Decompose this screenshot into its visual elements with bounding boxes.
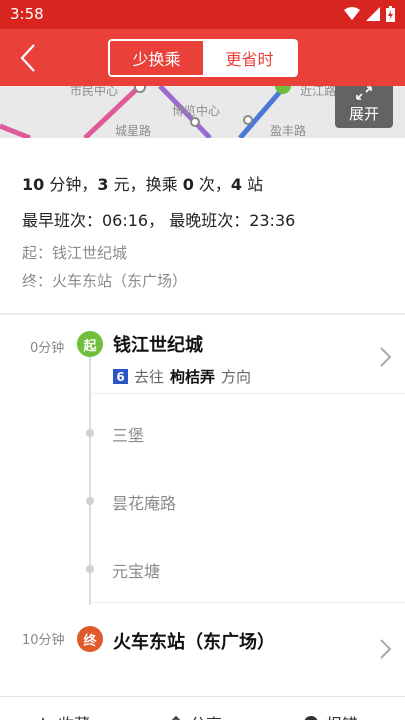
origin-text: 起：钱江世纪城: [22, 244, 128, 262]
start-expand-button[interactable]: [379, 346, 393, 368]
map-label: 近江路: [300, 86, 337, 98]
alert-icon: [304, 716, 318, 720]
route-mode-toggle: 少换乘 更省时: [108, 39, 298, 77]
star-icon: [41, 717, 45, 720]
wifi-icon: [344, 7, 360, 20]
end-expand-button[interactable]: [379, 638, 393, 660]
destination-text: 终：火车东站（东广场）: [22, 272, 188, 290]
map-label: 盈丰路: [270, 124, 307, 138]
expand-label: 展开: [348, 105, 379, 123]
share-icon: [171, 716, 181, 720]
back-button[interactable]: [14, 41, 44, 75]
route-summary: 10 分钟，3 元，换乘 0 次，4 站 最早班次：06:16， 最晚班次：23…: [0, 138, 405, 313]
stop-name: 元宝塘: [112, 562, 161, 581]
end-station: 火车东站（东广场）: [113, 632, 275, 653]
summary-line: 10 分钟，3 元，换乘 0 次，4 站: [22, 175, 264, 194]
tab-faster[interactable]: 更省时: [203, 41, 296, 75]
schedule-text: 最早班次：06:16， 最晚班次：23:36: [22, 211, 296, 230]
line-terminus: 枸桔弄: [170, 368, 216, 386]
map-label: 博览中心: [172, 104, 221, 118]
expand-map-button[interactable]: 展开: [335, 86, 393, 128]
battery-icon: [386, 6, 395, 22]
end-time: 10分钟: [22, 633, 65, 648]
start-time: 0分钟: [30, 341, 65, 356]
report-error-button[interactable]: 报错: [304, 711, 358, 720]
route-detail: 0分钟 起 钱江世纪城 6 去往 枸桔弄 方向 三堡 昙花庵路 元宝塘 10分钟…: [0, 315, 405, 695]
chevron-left-icon: [20, 44, 35, 72]
line-number-badge: 6: [113, 369, 128, 384]
expand-icon: [356, 86, 372, 100]
chevron-right-icon: [380, 639, 392, 659]
map-label: 市民中心: [70, 86, 119, 98]
stop-dot: [86, 565, 94, 573]
favorite-button[interactable]: 收藏: [36, 711, 90, 720]
bottom-action-bar: 收藏 分享 报错: [0, 696, 405, 720]
chevron-right-icon: [380, 347, 392, 367]
stop-name: 三堡: [112, 426, 145, 445]
line-direction: 6 去往 枸桔弄 方向: [113, 366, 251, 387]
status-time: 3:58: [10, 5, 44, 23]
map-label: 城星路: [115, 124, 152, 138]
start-station: 钱江世纪城: [113, 335, 203, 356]
share-button[interactable]: 分享: [170, 711, 222, 720]
start-badge: 起: [77, 331, 103, 357]
status-icons: [344, 6, 395, 22]
stop-name: 昙花庵路: [112, 494, 177, 513]
tab-fewer-transfers[interactable]: 少换乘: [110, 41, 203, 75]
stop-dot: [86, 497, 94, 505]
status-bar: 3:58: [0, 0, 405, 29]
signal-icon: [366, 7, 380, 21]
end-badge: 终: [77, 626, 103, 652]
app-header: 少换乘 更省时: [0, 29, 405, 86]
stop-dot: [86, 429, 94, 437]
